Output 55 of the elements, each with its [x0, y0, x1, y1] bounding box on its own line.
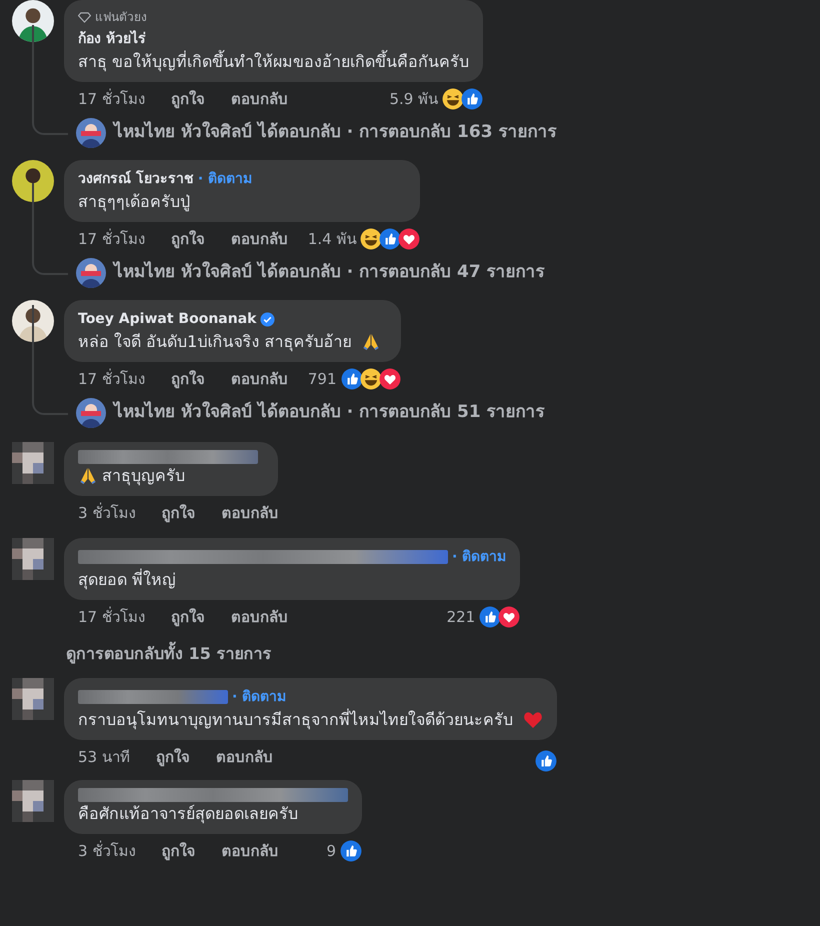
commenter-name[interactable]: Toey Apiwat Boonanak [78, 308, 256, 330]
follow-link[interactable]: · ติดตาม [198, 168, 252, 190]
avatar[interactable] [76, 398, 106, 428]
like-link[interactable]: ถูกใจ [170, 88, 205, 110]
timestamp[interactable]: 3 ชั่วโมง [78, 840, 136, 862]
reaction-count[interactable]: 221 [446, 606, 476, 628]
timestamp[interactable]: 3 ชั่วโมง [78, 502, 136, 524]
commenter-name[interactable]: ก้อง ห้วยไร่ [78, 28, 146, 50]
like-link[interactable]: ถูกใจ [170, 368, 205, 390]
avatar[interactable] [12, 0, 54, 42]
comment-text: สาธุ ขอให้บุญที่เกิดขึ้นทำให้ผมของอ้ายเกิดขึ้นคือกันครับ [78, 50, 470, 74]
commenter-name[interactable]: วงศกรณ์ โยวะราช [78, 168, 194, 190]
timestamp[interactable]: 17 ชั่วโมง [78, 88, 145, 110]
reaction-count[interactable]: 9 [326, 840, 336, 862]
pixelated-avatar[interactable] [12, 442, 54, 484]
reply-link[interactable]: ตอบกลับ [230, 228, 288, 250]
reaction-count[interactable]: 791 [308, 368, 336, 390]
pixelated-avatar[interactable] [12, 538, 54, 580]
view-replies-link[interactable]: ดูการตอบกลับทั้ง 15 รายการ [66, 642, 272, 666]
reaction-count[interactable]: 1.4 พัน [308, 228, 356, 250]
reply-summary-link[interactable]: ไหมไทย หัวใจศิลป์ ได้ตอบกลับ · การตอบกลับ 163 รายการ [114, 120, 556, 146]
avatar[interactable] [12, 160, 54, 202]
comment-text: สุดยอด พี่ใหญ่ [78, 568, 176, 592]
reply-link[interactable]: ตอบกลับ [230, 88, 288, 110]
timestamp[interactable]: 17 ชั่วโมง [78, 368, 145, 390]
comment-text: หล่อ ใจดี อันดับ1บ่เกินจริง สาธุครับอ้าย [78, 331, 352, 354]
like-link[interactable]: ถูกใจ [161, 840, 196, 862]
like-link[interactable]: ถูกใจ [156, 746, 190, 768]
avatar[interactable] [76, 258, 106, 288]
reply-summary-link[interactable]: ไหมไทย หัวใจศิลป์ ได้ตอบกลับ · การตอบกลับ 51 รายการ [114, 400, 545, 426]
reply-link[interactable]: ตอบกลับ [230, 368, 288, 390]
reply-summary-link[interactable]: ไหมไทย หัวใจศิลป์ ได้ตอบกลับ · การตอบกลับ 47 รายการ [114, 260, 545, 286]
reply-link[interactable]: ตอบกลับ [221, 502, 278, 524]
pixelated-avatar[interactable] [12, 678, 54, 720]
reply-link[interactable]: ตอบกลับ [230, 606, 288, 628]
like-link[interactable]: ถูกใจ [170, 228, 205, 250]
comment-text: คือศักแท้อาจารย์สุดยอดเลยครับ [78, 803, 298, 826]
avatar[interactable] [12, 300, 54, 342]
timestamp[interactable]: 53 นาที [78, 746, 130, 768]
timestamp[interactable]: 17 ชั่วโมง [78, 606, 145, 628]
like-link[interactable]: ถูกใจ [170, 606, 205, 628]
follow-link[interactable]: · ติดตาม [232, 686, 286, 708]
reply-link[interactable]: ตอบกลับ [216, 746, 273, 768]
follow-link[interactable]: · ติดตาม [452, 546, 506, 568]
fan-label: แฟนตัวยง [95, 9, 147, 26]
comment-text: กราบอนุโมทนาบุญทานบารมีสาธุจากพี่ไหมไทยใจดีด้วยนะครับ [78, 708, 513, 732]
comment-text: สาธุๆๆเด้อครับปู่ [78, 191, 190, 214]
reaction-count[interactable]: 5.9 พัน [389, 88, 438, 110]
timestamp[interactable]: 17 ชั่วโมง [78, 228, 145, 250]
avatar[interactable] [76, 118, 106, 148]
like-link[interactable]: ถูกใจ [161, 502, 196, 524]
diamond-icon [78, 12, 91, 22]
pixelated-avatar[interactable] [12, 780, 54, 822]
comment-text: สาธุบุญครับ [102, 465, 185, 488]
reply-link[interactable]: ตอบกลับ [221, 840, 278, 862]
